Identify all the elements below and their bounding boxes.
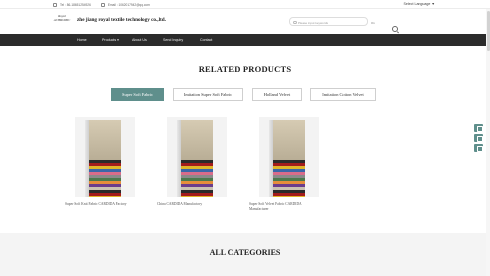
product-caption[interactable]: Super Soft Velvet Fabric CARDIDA Manufac…: [249, 202, 311, 211]
product-card[interactable]: Super Soft Velvet Fabric CARDIDA Manufac…: [249, 117, 319, 211]
related-products-heading: RELATED PRODUCTS: [198, 64, 292, 74]
fabric-top: [89, 120, 121, 160]
nav-products[interactable]: Products ▾: [102, 38, 119, 42]
tab-imitation-super-soft-fabric[interactable]: Imitation Super Soft Fabric: [173, 88, 243, 101]
fabric-top: [273, 120, 305, 160]
nav-contact[interactable]: Contact: [200, 38, 212, 42]
main-nav: Home Products ▾ About Us Send Inquiry Co…: [0, 34, 490, 46]
email-text[interactable]: Email : 1062017942@qq.com: [108, 3, 150, 7]
all-categories-heading: ALL CATEGORIES: [209, 248, 281, 257]
tab-imitation-cotton-velvet[interactable]: Imitation Cotton Velvet: [310, 88, 376, 101]
mail-icon[interactable]: [474, 134, 483, 142]
company-name: zhe jiang royal textile technology co.,l…: [77, 17, 166, 23]
product-image[interactable]: [259, 117, 319, 197]
product-caption[interactable]: China CARDIDA Manufactory: [157, 202, 219, 207]
search-category-select[interactable]: Ov: [369, 18, 381, 27]
nav-about-us[interactable]: About Us: [132, 38, 147, 42]
logo-line-2: ACHROMIC: [53, 17, 71, 22]
nav-home[interactable]: Home: [77, 38, 87, 42]
search-box[interactable]: Please input keywords Ov: [289, 17, 375, 26]
site-header: Royal ACHROMIC zhe jiang royal textile t…: [0, 9, 490, 34]
logo[interactable]: Royal ACHROMIC: [52, 14, 72, 26]
scrollbar-thumb[interactable]: [486, 11, 490, 51]
chat-icon[interactable]: [474, 124, 483, 132]
phone-icon: [53, 2, 57, 7]
fabric-top: [181, 120, 213, 160]
search-icon: [293, 20, 297, 24]
product-caption[interactable]: Super Soft Knit Fabric CARDIDA Factory: [65, 202, 127, 207]
product-card[interactable]: China CARDIDA Manufactory: [157, 117, 227, 207]
top-bar: Tel : 86-18651254926 Email : 1062017942@…: [0, 0, 490, 9]
contact-info: Tel : 86-18651254926 Email : 1062017942@…: [53, 2, 150, 7]
phone-text: Tel : 86-18651254926: [60, 2, 91, 7]
fabric-swatches: [181, 160, 213, 197]
product-image[interactable]: [75, 117, 135, 197]
nav-send-inquiry[interactable]: Send Inquiry: [163, 38, 183, 42]
search-input[interactable]: Please input keywords: [298, 21, 328, 25]
fabric-swatches: [273, 160, 305, 197]
product-card[interactable]: Super Soft Knit Fabric CARDIDA Factory: [65, 117, 135, 207]
up-icon[interactable]: [474, 144, 483, 152]
search-button[interactable]: [392, 26, 398, 32]
scrollbar[interactable]: [486, 9, 490, 276]
product-image[interactable]: [167, 117, 227, 197]
tab-super-soft-fabric[interactable]: Super Soft Fabric: [111, 88, 164, 101]
language-selector[interactable]: Select Language ▼: [403, 2, 435, 6]
fabric-swatches: [89, 160, 121, 197]
tab-holland-velvet[interactable]: Holland Velvet: [252, 88, 302, 101]
email-icon: [100, 2, 105, 7]
